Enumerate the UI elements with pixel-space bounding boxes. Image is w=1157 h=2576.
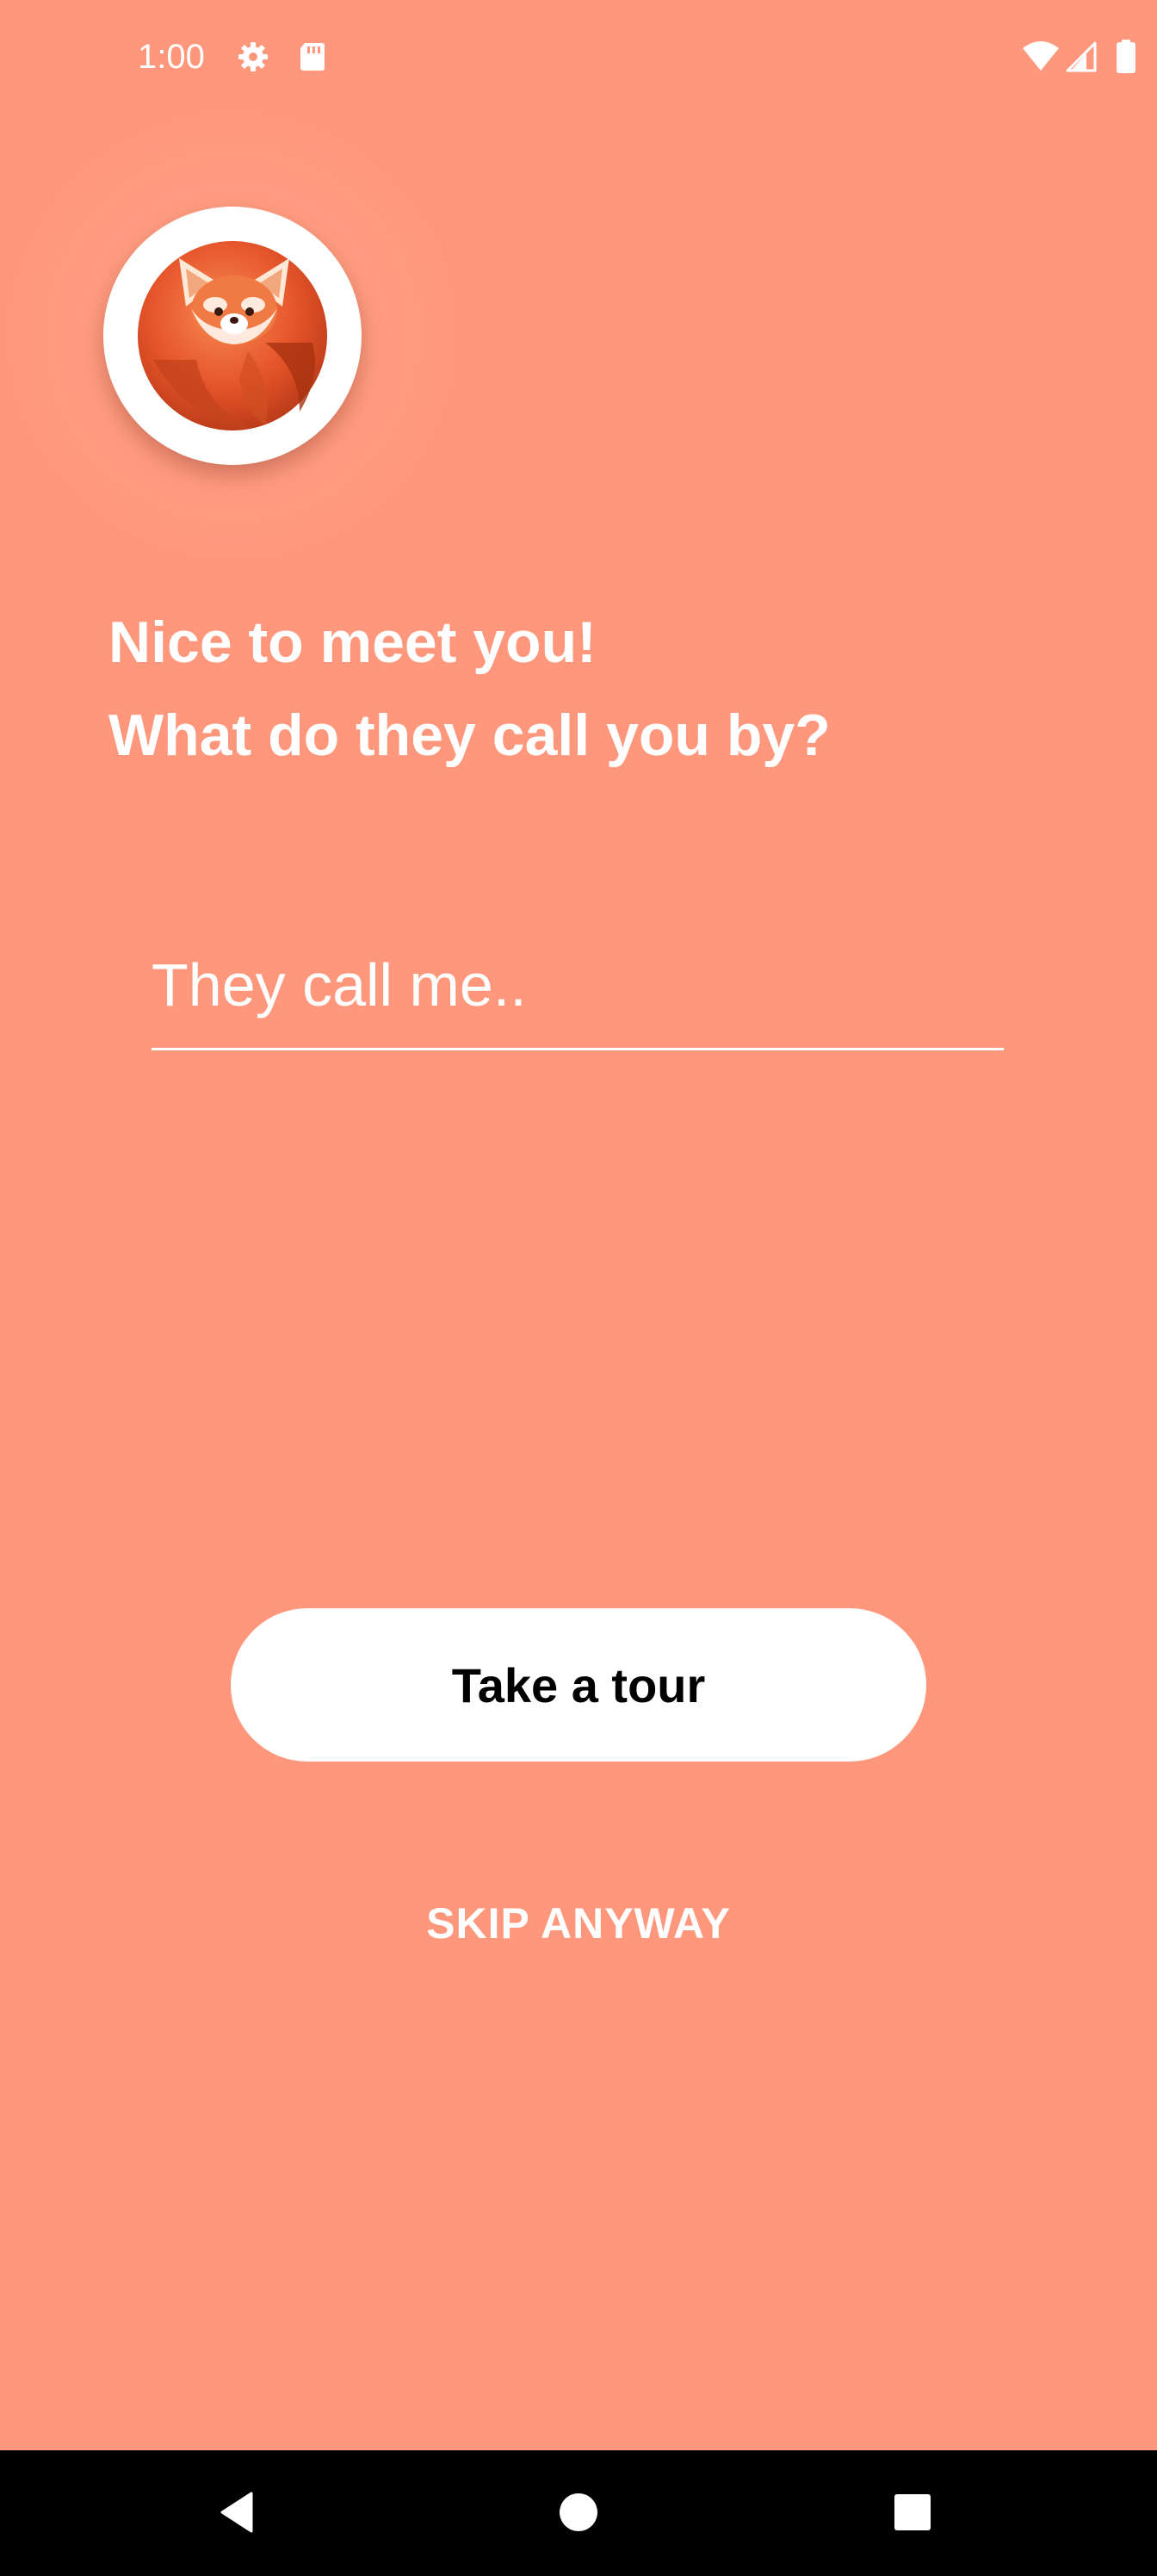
take-a-tour-button[interactable]: Take a tour	[231, 1608, 926, 1762]
gear-icon	[236, 40, 270, 74]
wifi-icon	[1021, 40, 1061, 74]
skip-anyway-button[interactable]: SKIP ANYWAY	[320, 1889, 837, 1958]
navigation-bar	[0, 2450, 1157, 2576]
status-time: 1:00	[138, 38, 205, 76]
battery-icon	[1116, 40, 1136, 74]
status-bar: 1:00	[0, 0, 1157, 115]
recents-icon[interactable]	[869, 2469, 956, 2555]
back-icon[interactable]	[196, 2469, 282, 2555]
headline: Nice to meet you! What do they call you …	[108, 596, 1055, 782]
cell-signal-icon	[1064, 40, 1098, 74]
headline-question: What do they call you by?	[108, 703, 831, 768]
home-icon[interactable]	[535, 2469, 622, 2555]
headline-greeting: Nice to meet you!	[108, 610, 597, 675]
sd-card-icon	[294, 40, 329, 74]
red-panda-icon	[138, 241, 327, 430]
name-input[interactable]	[152, 921, 1004, 1050]
onboarding-screen: 1:00 Nice to meet you! What do they call…	[0, 0, 1157, 2450]
app-logo	[103, 207, 362, 465]
